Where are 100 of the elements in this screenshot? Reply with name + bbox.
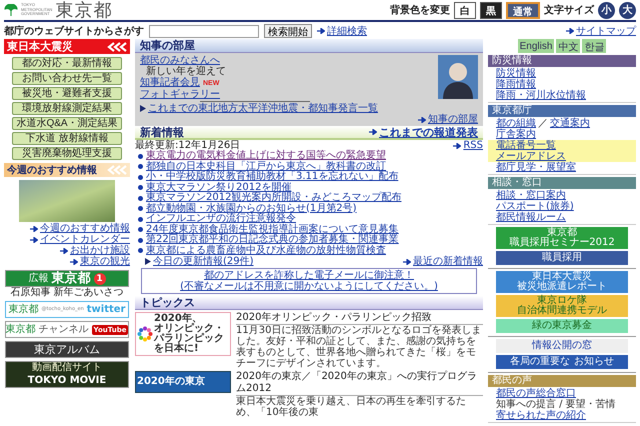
bullet-icon xyxy=(138,196,143,201)
sidebar-link[interactable]: 都民の声総合窓口 xyxy=(496,388,576,399)
topic-banner[interactable]: 2020年、 オリンピック・ パラリンピック を日本に! xyxy=(135,312,231,356)
site-logo[interactable]: 東京都 xyxy=(55,0,112,22)
banner-text: 広報 xyxy=(28,274,48,284)
banner[interactable]: 情報公開の窓 xyxy=(496,339,628,353)
bullet-icon xyxy=(138,154,143,159)
news-link[interactable]: 東京マラソン2012観光案内所開設・みどころマップ配布 xyxy=(146,193,402,204)
banner[interactable]: 動画配信サイト TOKYO MOVIE xyxy=(5,361,129,388)
font-size-button[interactable]: 大 xyxy=(619,2,636,18)
recommend-link[interactable]: イベントカレンダー xyxy=(40,234,130,245)
banner-text: パラリンピック xyxy=(154,334,224,344)
font-size-button[interactable]: 小 xyxy=(598,2,615,18)
sidebar-link[interactable]: 都庁見学・展望室 xyxy=(496,162,576,173)
sidebar-link[interactable]: 寄せられた声の紹介 xyxy=(496,410,586,421)
sidebar-link[interactable]: パスポート(旅券) xyxy=(496,201,574,212)
banner-text: 職員採用 xyxy=(542,253,582,263)
governor-link[interactable]: 都民のみなさんへ xyxy=(140,55,220,66)
section-header: 東京都庁 xyxy=(488,105,636,117)
recommend-link[interactable]: 今週のおすすめ情報 xyxy=(40,223,130,234)
sidebar-link[interactable]: 降雨情報 xyxy=(496,79,536,90)
news-link[interactable]: 東京大マラソン祭り2012を開催 xyxy=(146,182,292,193)
news-link[interactable]: 第22回東京都平和の日記念式典の参加者募集・関連事業 xyxy=(146,235,399,246)
disaster-menu-button[interactable]: 都の対応・最新情報 xyxy=(12,57,122,70)
search-field[interactable] xyxy=(149,24,259,38)
sidebar-link[interactable]: 電話番号一覧 xyxy=(496,140,556,151)
sidebar-link[interactable]: 交通案内 xyxy=(550,118,590,129)
governor-room-link[interactable]: 知事の部屋 xyxy=(428,114,478,125)
bg-color-label: 背景色を変更 xyxy=(390,3,450,17)
disaster-menu-button[interactable]: 下水道 放射線情報 xyxy=(12,132,122,145)
sidebar-link[interactable]: 相談・窓口案内 xyxy=(496,190,566,201)
bg-color-button[interactable]: 白 xyxy=(454,2,476,18)
banner-text: 東京都 xyxy=(547,228,577,238)
banner[interactable]: 東日本大震災 被災地派遣レポート xyxy=(496,271,628,293)
language-button[interactable]: 中文 xyxy=(556,39,580,53)
sidebar-link[interactable]: 防災情報 xyxy=(496,68,536,79)
banner-text: 2020年の東京 xyxy=(137,377,205,387)
banner[interactable]: 職員採用 xyxy=(496,251,628,265)
language-button[interactable]: English xyxy=(518,39,554,53)
news-link[interactable]: インフルエンザの流行注意報発令 xyxy=(146,214,296,224)
disaster-menu-button[interactable]: お問い合わせ先一覧 xyxy=(12,72,122,85)
sitemap-link[interactable]: サイトマップ xyxy=(576,24,636,38)
sidebar-link[interactable]: 都の組織 xyxy=(496,118,536,129)
separator: ／ xyxy=(538,118,548,129)
disaster-menu-button[interactable]: 環境放射線測定結果 xyxy=(12,102,122,115)
bg-color-button[interactable]: 黒 xyxy=(480,2,502,18)
arrow-icon xyxy=(403,258,411,264)
bullet-icon xyxy=(138,227,143,232)
banner[interactable]: 東京アルバム xyxy=(5,341,129,358)
sidebar-link[interactable]: 都民情報ルーム xyxy=(496,212,566,223)
bg-color-button[interactable]: 通常 xyxy=(506,2,540,18)
sidebar-link[interactable]: 降雨・河川水位情報 xyxy=(496,90,586,101)
banner-text: 動画配信サイト xyxy=(32,363,102,373)
banner[interactable]: 東京ロケ隊 自治体間連携モデル xyxy=(496,295,628,317)
banner-text: 東京アルバム xyxy=(34,344,100,355)
disaster-menu-button[interactable]: 災害廃棄物処理支援 xyxy=(12,147,122,160)
search-button[interactable]: 検索開始 xyxy=(264,24,312,38)
news-link[interactable]: 24年度東京都食品衛生監視指導計画案について意見募集 xyxy=(146,224,399,235)
recommend-link[interactable]: お出かけ施設 xyxy=(70,245,130,256)
topic-title[interactable]: 2020年の東京／「2020年の東京」への実行プログラム2012 xyxy=(236,371,483,396)
notice-link[interactable]: 都のアドレスを詐称した電子メールに御注意！ xyxy=(204,270,414,281)
news-link[interactable]: 都立動物園・水族園からのお知らせ(1月第2号) xyxy=(146,204,357,214)
news-link[interactable]: 小・中学校版防災教育補助教材「3.11を忘れない」配布 xyxy=(146,172,398,182)
sidebar-link[interactable]: メールアドレス xyxy=(496,151,566,162)
language-button[interactable]: 한글 xyxy=(582,39,606,53)
governor-link[interactable]: 知事記者会見 xyxy=(140,77,200,88)
recent-news-link[interactable]: 最近の新着情報 xyxy=(413,256,483,267)
rss-link[interactable]: RSS xyxy=(463,140,483,151)
sidebar-link[interactable]: 庁舎案内 xyxy=(496,129,536,140)
banner-text: オリンピック・ xyxy=(154,324,224,334)
governor-link[interactable]: フォトギャラリー xyxy=(140,89,220,100)
banner-text: TOKYO MOVIE xyxy=(28,376,106,386)
disaster-menu-button[interactable]: 被災地・避難者支援 xyxy=(12,87,122,100)
banner-text: チャンネル xyxy=(38,324,89,334)
press-release-link[interactable]: これまでの報道発表 xyxy=(379,124,478,140)
wreath-icon xyxy=(137,326,153,342)
topic-banner[interactable]: 2020年の東京 xyxy=(135,371,231,393)
news-link[interactable]: 東京電力の電気料金値上げに対する国等への緊急要望 xyxy=(146,151,386,162)
banner-text: 情報公開の窓 xyxy=(532,341,592,351)
arrow-icon xyxy=(566,28,574,34)
today-updates-link[interactable]: 今日の更新情報(29件) xyxy=(153,256,254,267)
notice-link[interactable]: (不審なメールは不用意に開かないようにしてください。) xyxy=(180,281,438,292)
banner[interactable]: 広報 東京都 1 xyxy=(5,270,129,287)
banner[interactable]: 緑の東京募金 xyxy=(496,319,628,333)
banner[interactable]: 各局の重要な お知らせ xyxy=(496,355,628,369)
section-title: トピックス xyxy=(140,295,195,310)
news-link[interactable]: 都独自の日本史科目「江戸から東京へ」教科書の改訂 xyxy=(146,162,386,172)
arrow-icon xyxy=(30,226,38,232)
arrow-icon xyxy=(369,129,377,135)
topic-description: 11月30日に招致活動のシンボルとなるロゴを発表しました。友好・平和の証として、また、感謝の気持ちを表すものとして、世界各地へ贈られてきた「桜」をモチーフにデザインされています。 xyxy=(236,325,482,369)
banner-text: を日本に! xyxy=(154,344,200,354)
topic-title[interactable]: 2020年オリンピック・パラリンピック招致 xyxy=(236,312,483,325)
banner-text: 東京都 xyxy=(6,324,36,334)
arrow-icon xyxy=(30,236,38,242)
banner-text: 自治体間連携モデル xyxy=(517,306,607,316)
news-link[interactable]: 東京都による農畜産物中及び水産物の放射性物質検査 xyxy=(146,246,386,256)
disaster-menu-button[interactable]: 水道水Q&A・測定結果 xyxy=(12,117,122,130)
recommend-link[interactable]: 東京の観光 xyxy=(80,256,130,267)
advanced-search-link[interactable]: 詳細検索 xyxy=(327,24,367,38)
statement-archive-link[interactable]: これまでの東北地方太平洋沖地震・都知事発言一覧 xyxy=(148,103,378,114)
